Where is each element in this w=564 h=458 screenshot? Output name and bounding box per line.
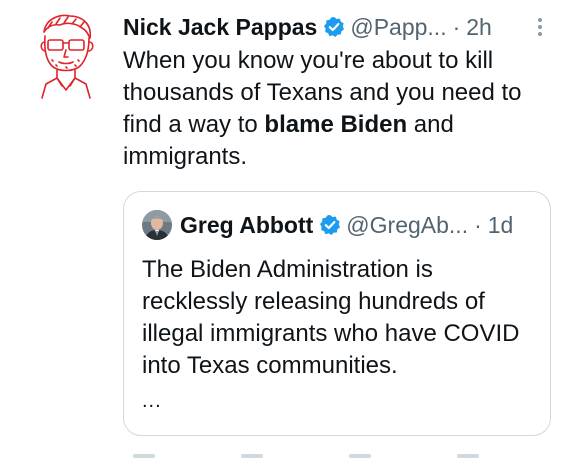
author-avatar[interactable]: [30, 12, 102, 102]
tweet-text: When you know you're about to kill thous…: [123, 45, 543, 173]
tweet-header: Nick Jack Pappas @Papp... · 2h: [123, 10, 550, 44]
more-options-icon[interactable]: [530, 18, 550, 36]
quoted-tweet-truncation: ...: [142, 390, 162, 412]
author-name[interactable]: Nick Jack Pappas: [123, 14, 317, 41]
quoted-header-separator: ·: [474, 211, 482, 238]
author-handle[interactable]: @Papp...: [350, 14, 446, 41]
tweet-actions-row-cutoff: [123, 452, 553, 458]
verified-badge-icon: [323, 16, 345, 38]
header-separator: ·: [452, 13, 461, 40]
quoted-tweet-text: The Biden Administration is recklessly r…: [142, 256, 520, 379]
quoted-tweet-header: Greg Abbott @GregAb... · 1d: [142, 208, 540, 242]
portrait-photo-icon: [142, 210, 172, 240]
verified-badge-icon: [319, 214, 341, 236]
tweet-text-bold: blame Biden: [264, 111, 408, 138]
quoted-author-handle[interactable]: @GregAb...: [346, 212, 468, 239]
quoted-author-name[interactable]: Greg Abbott: [180, 212, 313, 239]
quoted-tweet-timestamp[interactable]: 1d: [488, 212, 514, 239]
tweet[interactable]: Nick Jack Pappas @Papp... · 2h When you …: [0, 0, 564, 458]
tweet-timestamp[interactable]: 2h: [466, 14, 492, 41]
quoted-tweet-card[interactable]: Greg Abbott @GregAb... · 1d The Biden Ad…: [123, 191, 551, 436]
quoted-author-avatar[interactable]: [142, 210, 172, 240]
avatar-illustration-icon: [40, 14, 94, 99]
